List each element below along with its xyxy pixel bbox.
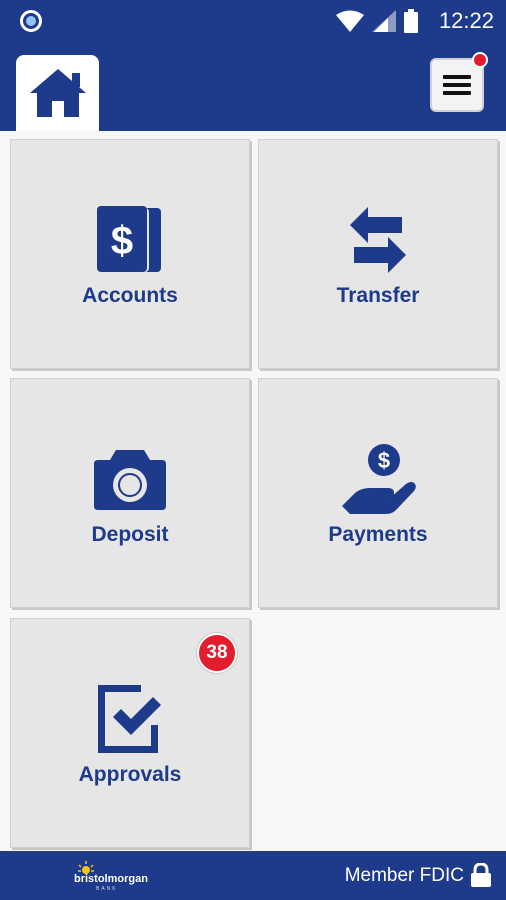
app-header — [0, 42, 506, 131]
camera-icon — [94, 450, 166, 510]
tile-payments-label: Payments — [328, 523, 428, 546]
app-footer: bristolmorgan BANK Member FDIC — [0, 851, 506, 900]
tile-payments[interactable]: $ Payments — [258, 378, 498, 608]
battery-icon — [404, 9, 418, 33]
hand-coin-icon: $ — [342, 444, 416, 514]
transfer-arrows-icon — [350, 207, 406, 273]
dollar-cards-icon: $ — [97, 206, 161, 272]
tile-transfer[interactable]: Transfer — [258, 139, 498, 369]
recording-indicator-icon — [20, 10, 42, 32]
menu-button[interactable] — [430, 52, 488, 112]
home-icon — [29, 69, 86, 117]
notification-dot — [472, 52, 488, 68]
tile-approvals[interactable]: 38 Approvals — [10, 618, 250, 848]
checkbox-icon — [98, 685, 161, 753]
svg-text:$: $ — [111, 219, 133, 263]
home-tab[interactable] — [16, 55, 99, 131]
status-icons — [336, 8, 418, 34]
tile-approvals-label: Approvals — [78, 763, 182, 786]
bristol-morgan-logo: bristolmorgan BANK — [74, 861, 148, 892]
hamburger-menu-icon — [443, 75, 471, 95]
lock-icon — [471, 863, 491, 887]
status-bar: 12:22 — [0, 0, 506, 42]
clock: 12:22 — [438, 8, 494, 33]
svg-text:$: $ — [378, 448, 390, 473]
tile-transfer-label: Transfer — [336, 284, 420, 307]
member-fdic-text: Member FDIC — [344, 865, 464, 886]
signal-icon — [372, 10, 396, 32]
wifi-icon — [336, 10, 364, 32]
tile-deposit-label: Deposit — [91, 523, 169, 546]
approvals-count-badge: 38 — [197, 633, 237, 673]
tile-deposit[interactable]: Deposit — [10, 378, 250, 608]
tile-accounts[interactable]: $ Accounts — [10, 139, 250, 369]
tile-accounts-label: Accounts — [82, 284, 178, 307]
